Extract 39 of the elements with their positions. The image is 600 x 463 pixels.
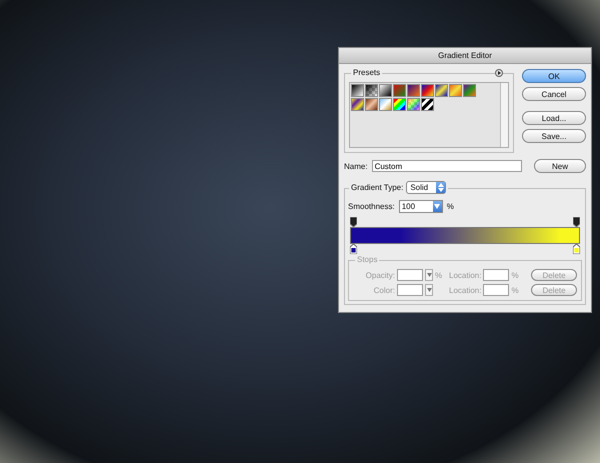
dialog-button[interactable]: Cancel [522, 87, 586, 101]
menu-arrow-icon[interactable] [495, 69, 503, 77]
unit-label: % [511, 270, 520, 280]
gradient-bar[interactable] [350, 227, 580, 244]
opacity-stop-icon[interactable] [573, 217, 580, 227]
smoothness-field[interactable]: 100 [398, 200, 443, 213]
dropdown-arrow-icon [432, 201, 442, 212]
location-label: Location: [449, 286, 482, 294]
stop-field-label: Opacity: [364, 270, 395, 280]
gradient-preset[interactable] [365, 84, 378, 97]
color-stop-icon[interactable] [573, 244, 580, 254]
window-title: Gradient Editor [339, 48, 591, 64]
unit-label: % [511, 286, 520, 294]
stepper-icon [436, 182, 446, 193]
gradient-preset[interactable] [393, 98, 406, 111]
smoothness-label: Smoothness: [348, 202, 395, 211]
stops-label: Stops [355, 255, 380, 264]
gradient-preset[interactable] [379, 84, 392, 97]
dialog-button[interactable]: OK [522, 69, 586, 83]
color-stop-icon[interactable] [350, 244, 357, 254]
name-label: Name: [344, 162, 368, 170]
gradient-type-label: Gradient Type: [351, 183, 404, 192]
new-button[interactable]: New [534, 159, 586, 173]
dialog-button[interactable]: Load... [522, 111, 586, 125]
presets-label: Presets [351, 68, 382, 77]
gradient-preset[interactable] [421, 84, 434, 97]
percent-label: % [446, 202, 454, 211]
location-label: Location: [449, 270, 482, 280]
gradient-preset[interactable] [351, 84, 364, 97]
stop-field-label: Color: [372, 286, 395, 294]
opacity-stop-icon[interactable] [350, 217, 357, 227]
dialog-button[interactable]: Save... [522, 129, 586, 143]
gradient-preset[interactable] [421, 98, 434, 111]
unit-label: % [435, 270, 443, 280]
gradient-type-select[interactable]: Solid [406, 181, 446, 194]
gradient-preset[interactable] [351, 98, 364, 111]
scrollbar[interactable] [500, 83, 508, 147]
name-field[interactable]: Custom [372, 160, 522, 172]
gradient-preset[interactable] [435, 84, 448, 97]
